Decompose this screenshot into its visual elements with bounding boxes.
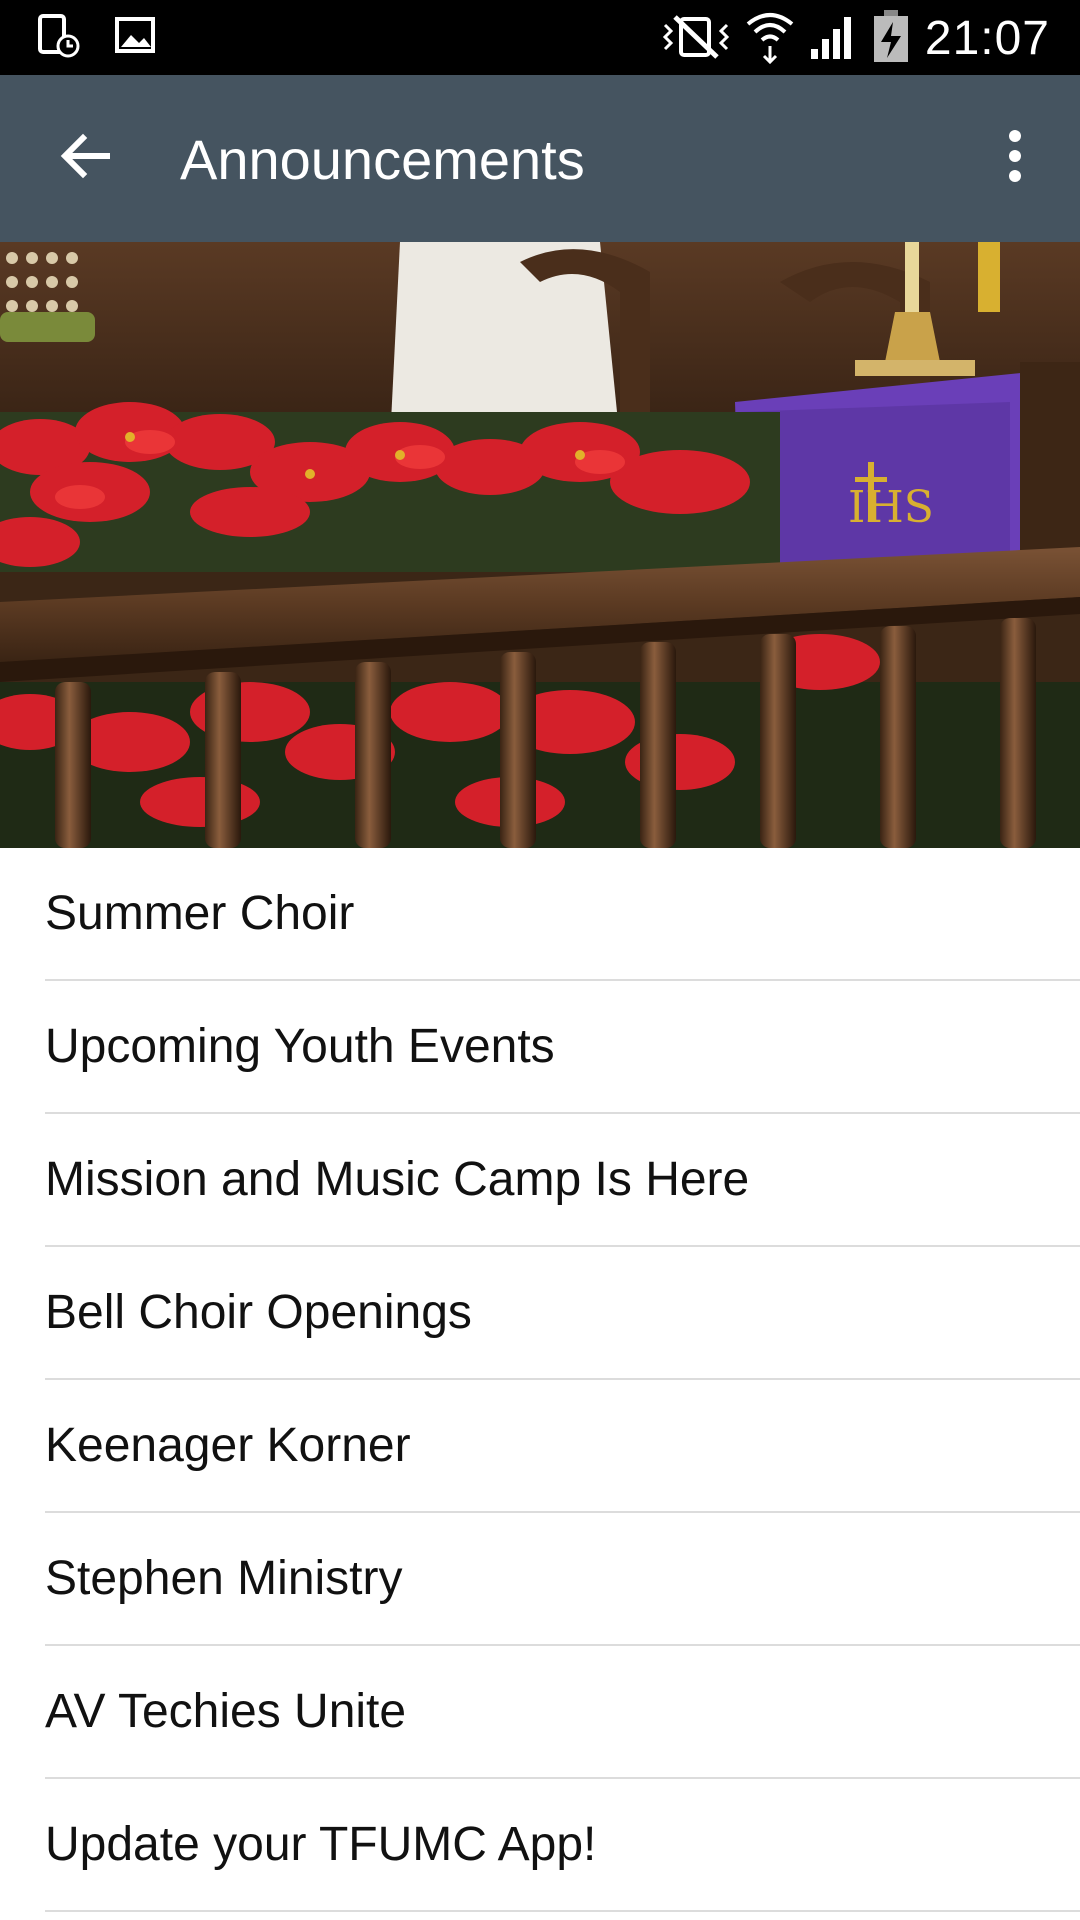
device-clock-icon — [36, 12, 84, 65]
app-bar: Announcements — [0, 75, 1080, 242]
back-button[interactable] — [40, 113, 130, 203]
list-item-label: Bell Choir Openings — [45, 1286, 472, 1339]
list-item[interactable]: Bell Choir Openings — [0, 1247, 1080, 1380]
list-item[interactable]: Update your TFUMC App! — [0, 1779, 1080, 1912]
list-item[interactable]: Stephen Ministry — [0, 1513, 1080, 1646]
church-altar-poinsettias-photo: IHS — [0, 242, 1080, 848]
more-vert-icon — [1005, 128, 1025, 189]
list-item[interactable]: Summer Choir — [0, 848, 1080, 981]
list-item[interactable]: AV Techies Unite — [0, 1646, 1080, 1779]
list-item-label: Summer Choir — [45, 887, 355, 940]
list-item-label: Mission and Music Camp Is Here — [45, 1153, 750, 1206]
list-item[interactable]: Upcoming Youth Events — [0, 981, 1080, 1114]
list-item-label: Update your TFUMC App! — [45, 1818, 597, 1871]
list-item[interactable]: Mission and Music Camp Is Here — [0, 1114, 1080, 1247]
signal-icon — [809, 11, 857, 66]
list-item-label: AV Techies Unite — [45, 1685, 407, 1738]
battery-charging-icon — [871, 8, 911, 69]
list-item[interactable]: Keenager Korner — [0, 1380, 1080, 1513]
divider — [45, 1910, 1080, 1912]
image-icon — [114, 14, 158, 63]
arrow-back-icon — [57, 128, 113, 189]
vibrate-mute-icon — [661, 11, 731, 66]
status-time: 21:07 — [924, 11, 1050, 65]
page-title: Announcements — [180, 128, 585, 191]
hero-image: IHS — [0, 242, 1080, 848]
list-item-label: Stephen Ministry — [45, 1552, 403, 1605]
wifi-icon — [745, 8, 795, 69]
svg-text:IHS: IHS — [848, 482, 934, 533]
status-left-icons — [36, 12, 158, 65]
overflow-menu-button[interactable] — [980, 113, 1050, 203]
list-item-label: Keenager Korner — [45, 1419, 411, 1472]
status-bar: 21:07 — [0, 0, 1080, 75]
status-right-icons: 21:07 — [661, 8, 1050, 68]
announcements-list: Summer Choir Upcoming Youth Events Missi… — [0, 848, 1080, 1912]
list-item-label: Upcoming Youth Events — [45, 1020, 555, 1073]
